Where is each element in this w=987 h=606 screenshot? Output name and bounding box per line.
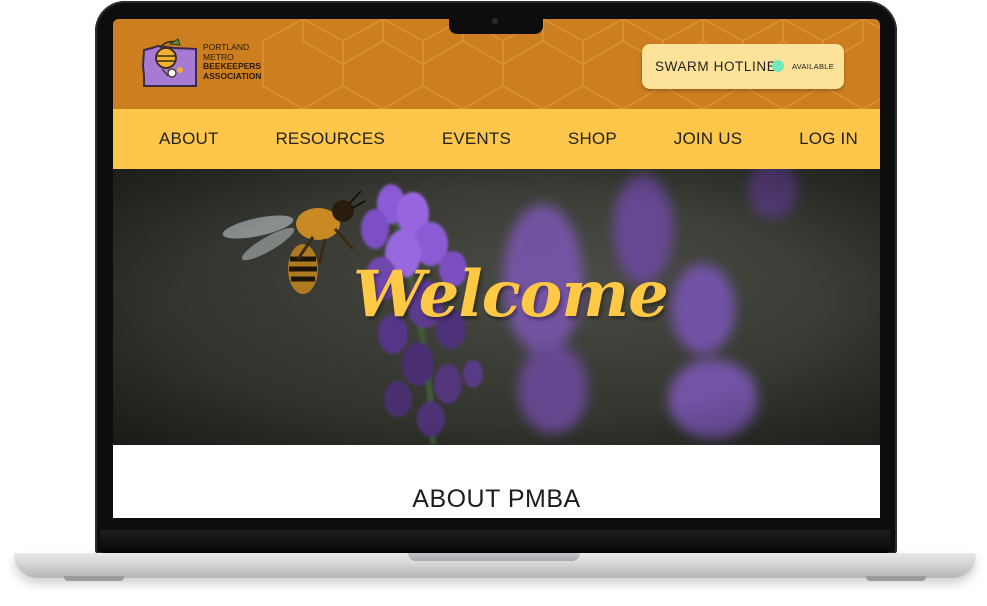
logo-text: PORTLAND METRO BEEKEEPERS ASSOCIATION xyxy=(203,42,278,81)
laptop-foot-right xyxy=(866,576,926,581)
hotline-status: AVAILABLE xyxy=(792,62,835,71)
browser-viewport: PORTLAND METRO BEEKEEPERS ASSOCIATION SW… xyxy=(113,19,880,518)
main-nav: ABOUT RESOURCES EVENTS SHOP JOIN US LOG … xyxy=(113,109,880,169)
hero-heading: Welcome xyxy=(353,257,669,332)
about-title: ABOUT PMBA xyxy=(412,485,581,513)
camera-notch xyxy=(449,14,543,34)
swarm-hotline-button[interactable]: SWARM HOTLINE AVAILABLE xyxy=(642,44,844,89)
hero-banner: Welcome xyxy=(113,169,880,445)
nav-resources[interactable]: RESOURCES xyxy=(275,129,385,149)
nav-about[interactable]: ABOUT xyxy=(159,129,219,149)
logo-line-4: ASSOCIATION xyxy=(203,70,262,81)
pmba-logo[interactable]: PORTLAND METRO BEEKEEPERS ASSOCIATION xyxy=(140,36,275,92)
oregon-map-logo-icon xyxy=(141,38,197,87)
nav-join-us[interactable]: JOIN US xyxy=(674,129,742,149)
laptop-foot-left xyxy=(64,576,124,581)
camera-icon xyxy=(492,18,498,24)
about-section: ABOUT PMBA xyxy=(113,445,880,518)
nav-shop[interactable]: SHOP xyxy=(568,129,617,149)
laptop-hinge xyxy=(100,530,890,554)
laptop-opening-notch xyxy=(408,553,580,561)
nav-log-in[interactable]: LOG IN xyxy=(799,129,858,149)
hotline-label: SWARM HOTLINE xyxy=(655,59,777,74)
availability-status-icon xyxy=(772,60,784,72)
nav-events[interactable]: EVENTS xyxy=(442,129,511,149)
